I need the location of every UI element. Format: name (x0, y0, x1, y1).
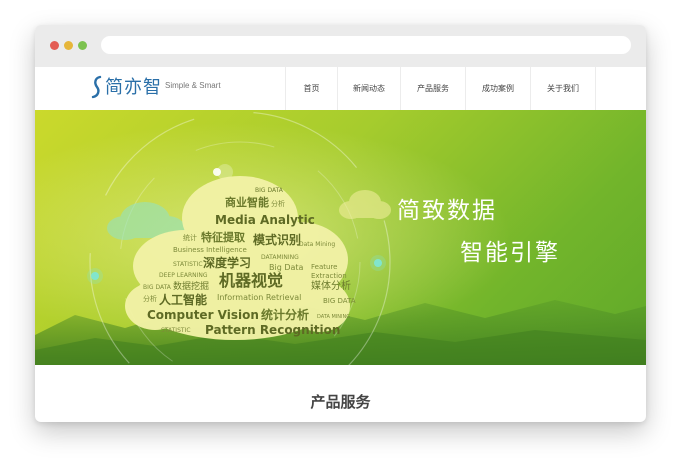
nav-item-news[interactable]: 新闻动态 (337, 67, 400, 110)
maximize-window-button[interactable] (78, 41, 87, 50)
cloud-word-15: DEEP LEARNING (159, 272, 208, 279)
cloud-word-17: 媒体分析 (311, 279, 351, 292)
cloud-word-5: 特征提取 (201, 230, 245, 244)
nav-item-products[interactable]: 产品服务 (400, 67, 465, 110)
cloud-word-16: 机器视觉 (219, 271, 283, 290)
cloud-word-20: 分析 (143, 294, 157, 303)
cloud-word-1: 商业智能 (225, 195, 269, 209)
cloud-word-9: STATISTIC (173, 261, 203, 268)
logo-icon (91, 75, 102, 99)
cloud-word-7: Business Intelligence (173, 246, 247, 254)
cloud-word-21: 人工智能 (159, 292, 207, 307)
cloud-word-23: BIG DATA (323, 297, 356, 305)
browser-window: 简亦智 Simple & Smart 首页 新闻动态 产品服务 成功案例 关于我… (35, 25, 646, 422)
site-header: 简亦智 Simple & Smart 首页 新闻动态 产品服务 成功案例 关于我… (35, 67, 646, 110)
cloud-word-24: Computer Vision (147, 308, 259, 322)
hero-headline-2: 智能引擎 (460, 240, 560, 266)
cloud-word-22: Information Retrieval (217, 293, 301, 302)
cloud-word-26: DATA MINING (317, 314, 350, 320)
cloud-word-6: 模式识别 (253, 232, 301, 247)
hero-banner: BIG DATA 商业智能 分析 Media Analytic 统计 特征提取 模式识别 Bu… (35, 110, 646, 365)
close-window-button[interactable] (50, 41, 59, 50)
cloud-word-25: 统计分析 (261, 307, 309, 322)
nav-item-about[interactable]: 关于我们 (530, 67, 596, 110)
cloud-word-19: 数据挖掘 (173, 280, 209, 292)
cloud-word-11: DATAMINING (261, 254, 299, 261)
cloud-word-18: BIG DATA (143, 284, 172, 291)
address-bar[interactable] (101, 36, 631, 54)
browser-chrome (35, 25, 646, 67)
word-cloud: BIG DATA商业智能 分析Media Analytic统计 特征提取 模式识别Bu… (125, 176, 356, 340)
cloud-word-10: 深度学习 (203, 255, 251, 270)
main-nav: 首页 新闻动态 产品服务 成功案例 关于我们 (285, 67, 596, 110)
cloud-word-28: Pattern Recognition (205, 323, 340, 337)
logo-text[interactable]: 简亦智 (105, 75, 162, 99)
tagline: Simple & Smart (165, 81, 221, 90)
cloud-word-2: 分析 (271, 199, 285, 208)
cloud-word-13: Feature (311, 263, 337, 271)
minimize-window-button[interactable] (64, 41, 73, 50)
nav-item-cases[interactable]: 成功案例 (465, 67, 530, 110)
cloud-word-4: 统计 (183, 233, 197, 242)
cloud-word-8: Data Mining (299, 241, 335, 248)
nav-item-home[interactable]: 首页 (285, 67, 337, 110)
cloud-word-3: Media Analytic (215, 213, 315, 227)
hero-headline-1: 简致数据 (397, 198, 497, 224)
cloud-word-27: STATISTIC (161, 327, 191, 334)
cloud-word-14: Extraction (311, 272, 347, 280)
section-title: 产品服务 (310, 394, 371, 411)
cloud-word-0: BIG DATA (255, 187, 284, 194)
